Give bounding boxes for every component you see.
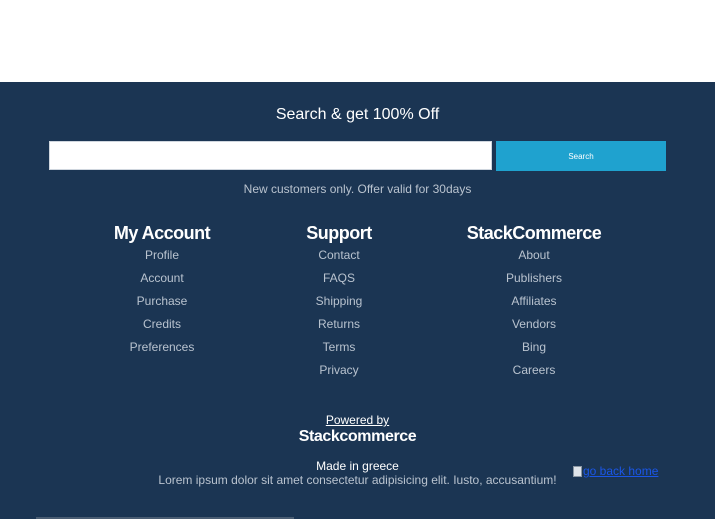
footer-column-support: Support Contact FAQS Shipping Returns Te… [274,222,404,382]
list-item: About [459,244,609,267]
go-back-home-link[interactable]: go back home [573,463,658,479]
list-item: Profile [92,244,232,267]
footer-link-returns[interactable]: Returns [318,317,360,331]
link-list: Contact FAQS Shipping Returns Terms Priv… [274,244,404,382]
footer-link-shipping[interactable]: Shipping [316,294,363,308]
footer-link-credits[interactable]: Credits [143,317,181,331]
list-item: Privacy [274,359,404,382]
footer-link-profile[interactable]: Profile [145,248,179,262]
go-back-home-alt-text: go back home [583,464,659,478]
list-item: Credits [92,313,232,336]
footer-link-preferences[interactable]: Preferences [130,340,195,354]
column-heading: My Account [113,223,211,243]
footer-link-careers[interactable]: Careers [513,363,556,377]
link-list: About Publishers Affiliates Vendors Bing… [459,244,609,382]
broken-image-icon [573,465,582,477]
footer-link-contact[interactable]: Contact [318,248,359,262]
footer-link-publishers[interactable]: Publishers [506,271,562,285]
search-title: Search & get 100% Off [275,106,440,123]
list-item: Publishers [459,267,609,290]
list-item: Bing [459,336,609,359]
list-item: Account [92,267,232,290]
list-item: Shipping [274,290,404,313]
link-list: Profile Account Purchase Credits Prefere… [92,244,232,359]
footer-link-faqs[interactable]: FAQS [323,271,355,285]
footer-link-account[interactable]: Account [140,271,183,285]
list-item: Careers [459,359,609,382]
footer-link-terms[interactable]: Terms [323,340,356,354]
list-item: FAQS [274,267,404,290]
list-item: Returns [274,313,404,336]
column-heading: Support [306,223,372,243]
page-top-blank [0,0,715,82]
offer-note: New customers only. Offer valid for 30da… [243,182,472,196]
search-button[interactable]: Search [496,141,666,171]
site-footer: Search & get 100% Off Search New custome… [0,82,715,519]
search-input[interactable] [49,141,492,170]
list-item: Vendors [459,313,609,336]
footer-link-affiliates[interactable]: Affiliates [511,294,556,308]
footer-link-about[interactable]: About [518,248,549,262]
list-item: Contact [274,244,404,267]
footer-column-stackcommerce: StackCommerce About Publishers Affiliate… [459,222,609,382]
list-item: Preferences [92,336,232,359]
list-item: Purchase [92,290,232,313]
brand-name: Stackcommerce [298,428,417,445]
list-item: Terms [274,336,404,359]
footer-link-vendors[interactable]: Vendors [512,317,556,331]
footer-link-privacy[interactable]: Privacy [319,363,358,377]
footer-column-my-account: My Account Profile Account Purchase Cred… [92,222,232,359]
list-item: Affiliates [459,290,609,313]
column-heading: StackCommerce [466,223,602,243]
footer-link-bing[interactable]: Bing [522,340,546,354]
footer-link-purchase[interactable]: Purchase [137,294,188,308]
powered-by-link[interactable]: Powered by [0,413,715,427]
